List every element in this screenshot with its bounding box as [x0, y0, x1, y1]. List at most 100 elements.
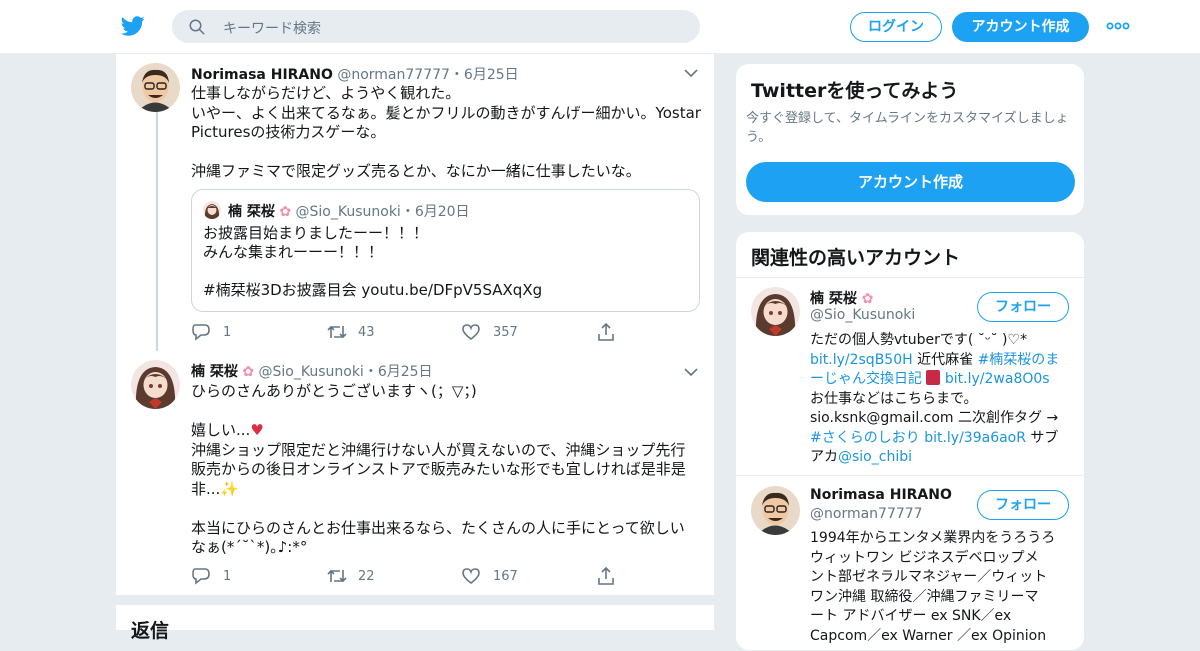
- bio-text: 近代麻雀: [912, 351, 978, 368]
- bio-line: bit.ly/2sqB50H 近代麻雀 #楠栞桜のま: [810, 351, 1075, 371]
- hashtag-link[interactable]: #楠栞桜のま: [978, 352, 1060, 368]
- conversation-timeline: Norimasa HIRANO @norman77777・6月25日 仕事しなが…: [115, 54, 715, 642]
- tweet-text-line: なぁ(*´˘`*)｡♪:*°: [191, 538, 308, 556]
- tweet-text-segment: 非...: [191, 479, 221, 498]
- card-title: 関連性の高いアカウント: [751, 247, 961, 269]
- red-heart-icon: ♥: [250, 421, 264, 439]
- account-bio: ただの個人勢vtuberです( ˘ᵕ˘ )♡* bit.ly/2sqB50H 近…: [810, 331, 1075, 468]
- bio-line: ント部ゼネラルマネジャー／ウィット: [810, 569, 1048, 585]
- heart-icon: [462, 324, 480, 341]
- quoted-author-handle: @Sio_Kusunoki: [295, 204, 401, 220]
- tweet-text-line: 販売からの後日オンラインストアで販売みたいな形でも宜しければ是非是: [191, 460, 686, 478]
- avatar[interactable]: [751, 486, 800, 535]
- tweet-header: 楠 栞桜 ✿ @Sio_Kusunoki・6月25日: [191, 361, 433, 381]
- quoted-author-name: 楠 栞桜: [228, 204, 275, 220]
- top-navigation-bar: キーワード検索 ログイン アカウント作成: [0, 0, 1200, 54]
- section-divider: [116, 595, 714, 605]
- avatar-man-glasses-icon: [131, 63, 180, 112]
- reply-count: 1: [223, 325, 232, 340]
- card-subtitle: 今すぐ登録して、タイムラインをカスタマイズしましょう。: [746, 111, 1069, 145]
- signup-prompt-card: Twitterを使ってみよう 今すぐ登録して、タイムラインをカスタマイズしましょ…: [735, 63, 1085, 216]
- bio-line: Capcom／ex Warner ／ex Opinion: [810, 627, 1047, 644]
- header-separator: ・: [363, 364, 378, 380]
- chevron-down-icon[interactable]: [684, 367, 698, 377]
- header-separator: ・: [400, 204, 415, 220]
- tweet-text-line: Picturesの技術力スゲーな。: [191, 123, 386, 141]
- tweet-date[interactable]: 6月25日: [378, 364, 433, 380]
- retweet-icon: [327, 325, 347, 339]
- quoted-text-line: [203, 262, 542, 281]
- quoted-text-line: お披露目始まりましたーー！！！: [203, 224, 429, 242]
- cherry-blossom-icon: ✿: [242, 364, 255, 380]
- account-handle[interactable]: @norman77777: [810, 506, 923, 522]
- bio-line: 1994年からエンタメ業界内をうろうろ: [810, 530, 1056, 546]
- tweet-text-line: 仕事しながらだけど、ようやく観れた。: [191, 84, 461, 102]
- quoted-tweet[interactable]: 楠 栞桜 ✿ @Sio_Kusunoki・6月20日 お披露目始まりましたーー！…: [191, 189, 700, 312]
- related-accounts-card: 関連性の高いアカウント 楠 栞桜 ✿ @Sio_Kusunoki フォロー ただ…: [735, 231, 1085, 651]
- quoted-text-line: みんな集まれーーー！！！: [203, 243, 384, 261]
- tweet-author-name[interactable]: 楠 栞桜: [191, 364, 238, 380]
- like-count: 167: [493, 569, 518, 584]
- avatar[interactable]: [131, 63, 180, 112]
- follow-button[interactable]: フォロー: [977, 490, 1069, 520]
- account-name[interactable]: 楠 栞桜 ✿: [810, 288, 873, 308]
- reply-icon: [192, 324, 210, 341]
- hashtag-link[interactable]: ーじゃん交換日記: [810, 371, 922, 387]
- quoted-avatar: [203, 201, 221, 219]
- search-icon: [189, 19, 205, 35]
- chevron-down-icon[interactable]: [684, 68, 698, 78]
- bio-line: ーじゃん交換日記 bit.ly/2wa8O0s: [810, 370, 1075, 390]
- login-button[interactable]: ログイン: [850, 12, 942, 42]
- tweet-text-line: ひらのさんありがとうございますヽ(；▽；): [191, 382, 477, 400]
- cherry-blossom-icon: ✿: [861, 291, 874, 307]
- mention-link[interactable]: @sio_chibi: [838, 449, 912, 465]
- tweet-actions: 1 22 167: [191, 566, 641, 586]
- signup-button[interactable]: アカウント作成: [952, 12, 1089, 42]
- search-box[interactable]: キーワード検索: [172, 10, 700, 43]
- bio-line: ウィットワン ビジネスデベロップメ: [810, 549, 1039, 566]
- red-book-icon: [926, 370, 941, 385]
- bio-line: お仕事などはこちらまで。: [810, 390, 978, 407]
- retweet-count: 22: [358, 569, 375, 584]
- tweet-text-line: [191, 499, 701, 519]
- avatar-anime-girl-icon: [751, 287, 800, 336]
- search-input[interactable]: キーワード検索: [223, 18, 321, 38]
- account-name[interactable]: Norimasa HIRANO: [810, 487, 952, 503]
- follow-button[interactable]: フォロー: [977, 292, 1069, 322]
- create-account-button[interactable]: アカウント作成: [746, 162, 1075, 202]
- share-icon: [598, 322, 614, 341]
- divider: [736, 475, 1084, 476]
- tweet-text-line: 非...✨: [191, 480, 701, 500]
- tweet-author-handle[interactable]: @Sio_Kusunoki: [259, 364, 364, 380]
- avatar-man-glasses-icon: [751, 486, 800, 535]
- tweet-date[interactable]: 6月25日: [464, 67, 519, 83]
- more-options-icon[interactable]: [1106, 18, 1130, 34]
- bio-link[interactable]: bit.ly/2wa8O0s: [945, 371, 1050, 387]
- tweet-author-handle[interactable]: @norman77777: [337, 67, 450, 83]
- twitter-bird-logo-icon[interactable]: [120, 14, 146, 38]
- like-count: 357: [493, 325, 518, 340]
- heart-icon: [462, 568, 480, 585]
- hashtag-link[interactable]: #さくらのしおり: [810, 430, 920, 446]
- quoted-text-line: #楠栞桜3Dお披露目会 youtu.be/DFpV5SAXqXg: [203, 281, 543, 299]
- account-name-text: 楠 栞桜: [810, 291, 857, 307]
- tweet-text-line: 嬉しい...♥: [191, 421, 701, 441]
- tweet-text-line: [191, 143, 706, 163]
- bio-line: ワン沖縄 取締役／沖縄ファミリーマ: [810, 588, 1039, 605]
- avatar[interactable]: [751, 287, 800, 336]
- tweet-author-name[interactable]: Norimasa HIRANO: [191, 67, 333, 83]
- tweet-actions: 1 43 357: [191, 322, 641, 342]
- quoted-date: 6月20日: [414, 204, 470, 220]
- tweet-header: Norimasa HIRANO @norman77777・6月25日: [191, 64, 519, 84]
- avatar[interactable]: [131, 360, 180, 409]
- account-handle[interactable]: @Sio_Kusunoki: [810, 307, 915, 323]
- quoted-tweet-text: お披露目始まりましたーー！！！ みんな集まれーーー！！！ #楠栞桜3Dお披露目会…: [203, 224, 542, 300]
- card-title: Twitterを使ってみよう: [751, 80, 959, 102]
- tweet-text: 仕事しながらだけど、ようやく観れた。 いやー、よく出来てるなぁ。髪とかフリルの動…: [191, 84, 706, 182]
- bio-link[interactable]: bit.ly/2sqB50H: [810, 352, 913, 368]
- bio-line: #さくらのしおり bit.ly/39a6aoR サブ: [810, 429, 1075, 449]
- tweet-text-line: [191, 402, 701, 422]
- divider: [736, 277, 1084, 278]
- share-icon: [598, 566, 614, 585]
- bio-link[interactable]: bit.ly/39a6aoR: [924, 430, 1026, 446]
